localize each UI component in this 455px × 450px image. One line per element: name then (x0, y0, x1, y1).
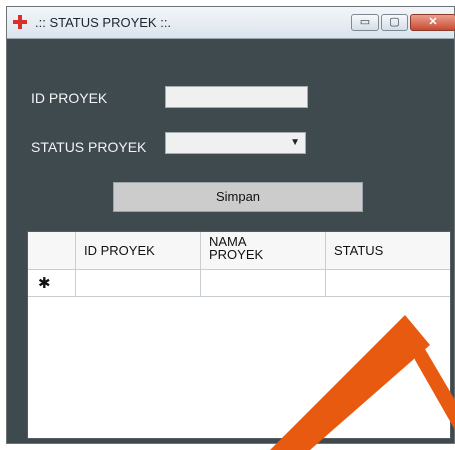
grid-header: ID PROYEK NAMA PROYEK STATUS (28, 232, 450, 270)
column-header-label: STATUS (334, 243, 384, 258)
title-bar[interactable]: .:: STATUS PROYEK ::. ▭ ▢ ✕ (7, 7, 455, 39)
simpan-button[interactable]: Simpan (113, 182, 363, 212)
status-proyek-select[interactable]: ▼ (165, 132, 306, 154)
window-title: .:: STATUS PROYEK ::. (35, 15, 172, 30)
column-header-status[interactable]: STATUS (326, 232, 450, 270)
app-window: .:: STATUS PROYEK ::. ▭ ▢ ✕ ID PROYEK ST… (6, 6, 455, 444)
table-cell-id-proyek[interactable] (76, 270, 201, 297)
column-header-label: ID PROYEK (84, 243, 155, 258)
status-proyek-label: STATUS PROYEK (31, 139, 147, 155)
table-cell-nama-proyek[interactable] (201, 270, 326, 297)
column-header-nama-proyek[interactable]: NAMA PROYEK (201, 232, 326, 270)
minimize-button[interactable]: ▭ (351, 14, 379, 31)
new-row-icon: ✱ (38, 275, 51, 292)
red-cross-icon (13, 15, 27, 29)
data-grid[interactable]: ID PROYEK NAMA PROYEK STATUS ✱ (27, 231, 451, 439)
close-button[interactable]: ✕ (410, 14, 455, 31)
row-header-corner[interactable] (28, 232, 76, 270)
chevron-down-icon[interactable]: ▼ (290, 137, 300, 148)
row-header[interactable]: ✱ (28, 270, 76, 297)
column-header-id-proyek[interactable]: ID PROYEK (76, 232, 201, 270)
maximize-button[interactable]: ▢ (381, 14, 408, 31)
id-proyek-input[interactable] (165, 86, 308, 108)
table-cell-status[interactable] (326, 270, 450, 297)
table-row-new[interactable]: ✱ (28, 270, 450, 297)
column-header-label: NAMA PROYEK (209, 234, 264, 262)
id-proyek-label: ID PROYEK (31, 90, 108, 106)
